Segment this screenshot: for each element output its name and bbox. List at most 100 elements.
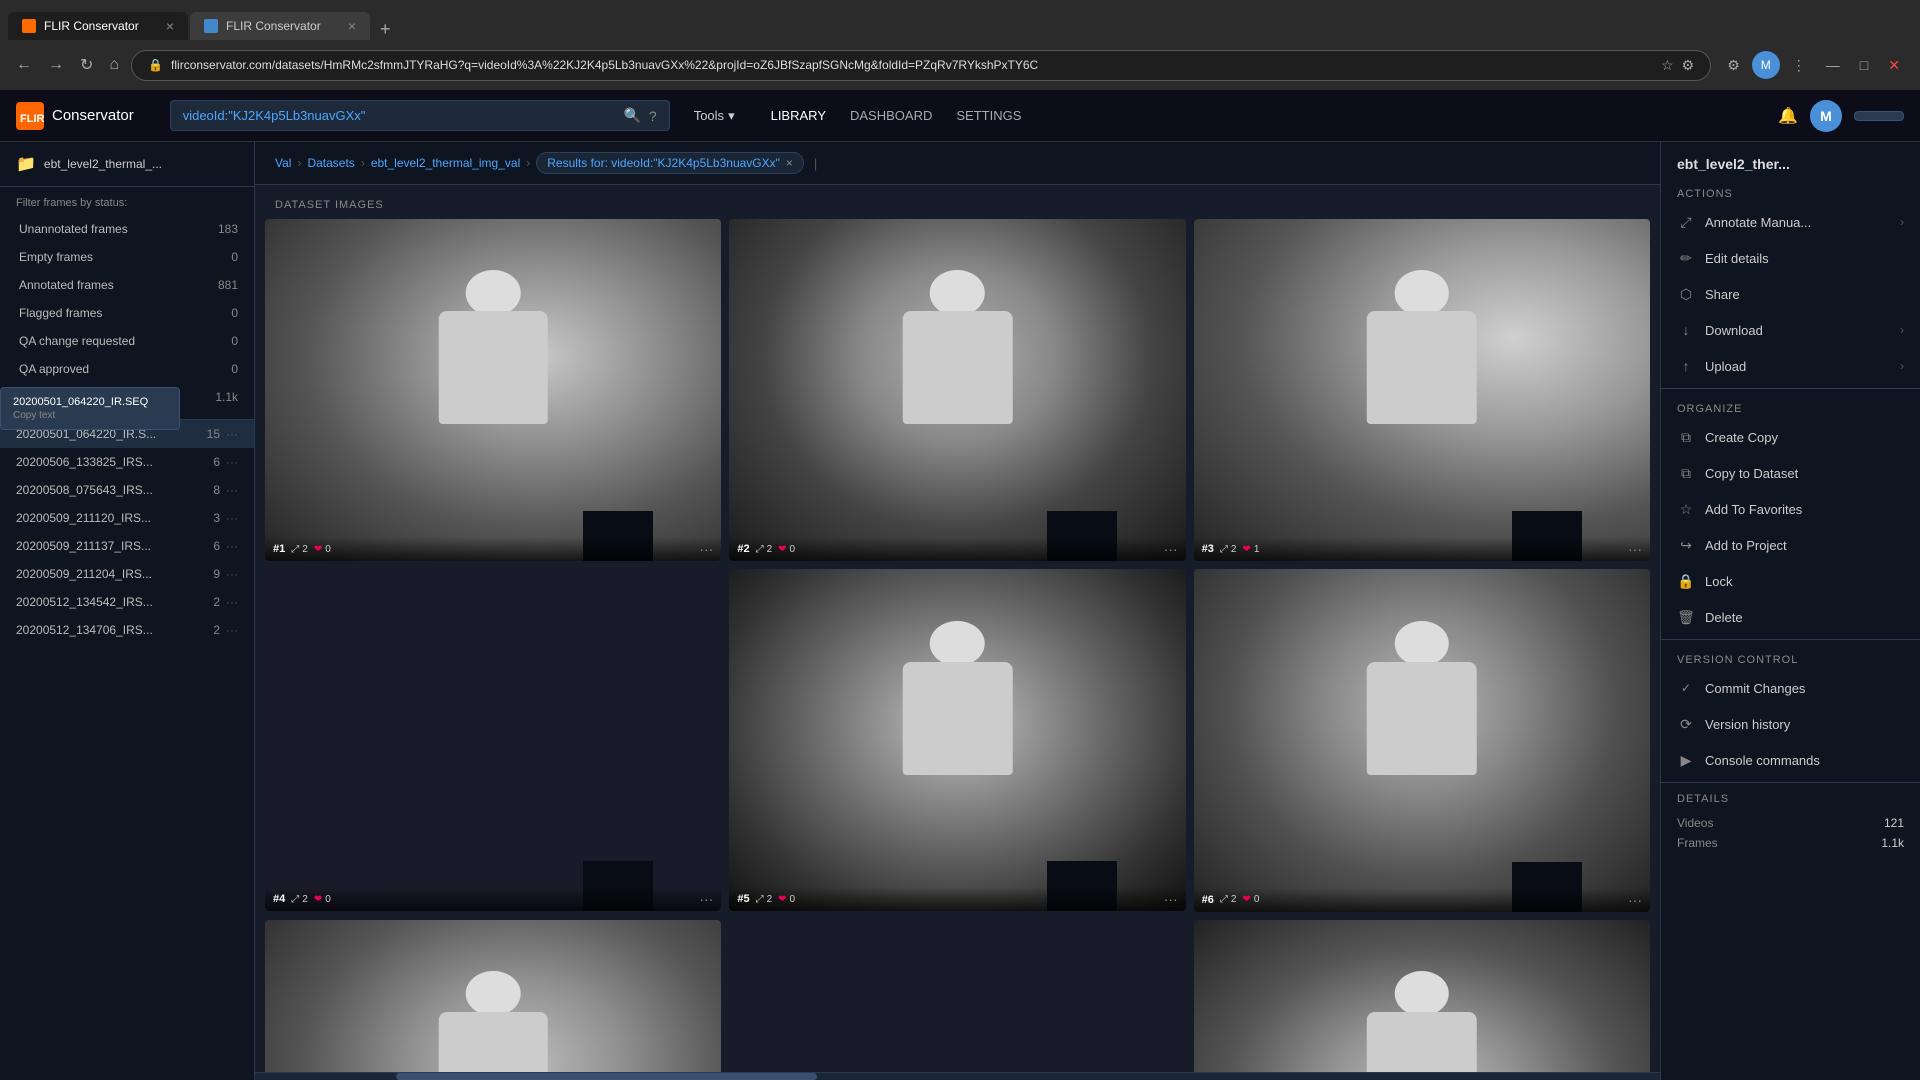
- person-silhouette-4: [866, 621, 1049, 826]
- panel-commit[interactable]: ✓ Commit Changes: [1661, 670, 1920, 706]
- filter-qa-approved[interactable]: QA approved 0: [0, 355, 254, 383]
- image-grid-scroll[interactable]: #1⤢2❤0···#2⤢2❤0···#3⤢2❤1··· #4⤢2❤0···#5⤢2…: [255, 219, 1660, 1072]
- panel-share[interactable]: ⬡ Share: [1661, 276, 1920, 312]
- image-cell-1[interactable]: #2⤢2❤0···: [729, 219, 1185, 561]
- extensions-button[interactable]: ⚙: [1719, 51, 1748, 79]
- file-item-3[interactable]: 20200509_211120_IRS... 3 ···: [0, 504, 254, 532]
- file-menu-1[interactable]: ···: [226, 455, 238, 469]
- divider-2: [1661, 639, 1920, 640]
- image-more-1[interactable]: ···: [1164, 541, 1178, 557]
- help-icon-button[interactable]: ?: [649, 107, 657, 124]
- breadcrumb-sep-1: ›: [297, 156, 301, 170]
- image-more-4[interactable]: ···: [1164, 891, 1178, 907]
- tab-2[interactable]: FLIR Conservator ×: [190, 12, 370, 40]
- back-button[interactable]: ←: [12, 52, 36, 78]
- file-item-7[interactable]: 20200512_134706_IRS... 2 ···: [0, 616, 254, 644]
- right-panel: ebt_level2_ther... Actions ⤢ Annotate Ma…: [1660, 142, 1920, 1080]
- file-item-5[interactable]: 20200509_211204_IRS... 9 ···: [0, 560, 254, 588]
- image-more-2[interactable]: ···: [1628, 541, 1642, 557]
- file-item-4[interactable]: 20200509_211137_IRS... 6 ···: [0, 532, 254, 560]
- tab-1[interactable]: FLIR Conservator ×: [8, 12, 188, 40]
- nav-settings[interactable]: SETTINGS: [956, 104, 1021, 127]
- breadcrumb-dataset-name[interactable]: ebt_level2_thermal_img_val: [371, 156, 520, 170]
- nav-dashboard[interactable]: DASHBOARD: [850, 104, 932, 127]
- nav-library[interactable]: LIBRARY: [771, 104, 826, 127]
- file-menu-6[interactable]: ···: [226, 595, 238, 609]
- tab-close-1[interactable]: ×: [166, 18, 174, 34]
- panel-lock[interactable]: 🔒 Lock: [1661, 563, 1920, 599]
- avatar[interactable]: M: [1810, 100, 1842, 132]
- tab-close-2[interactable]: ×: [348, 18, 356, 34]
- tools-button[interactable]: Tools ▾: [694, 108, 735, 124]
- panel-add-project[interactable]: ↪ Add to Project: [1661, 527, 1920, 563]
- home-button[interactable]: ⌂: [105, 52, 123, 78]
- refresh-button[interactable]: ↻: [76, 51, 97, 79]
- panel-version-history[interactable]: ⟳ Version history: [1661, 706, 1920, 742]
- image-cell-5[interactable]: #6⤢2❤0···: [1194, 569, 1650, 911]
- minimize-button[interactable]: —: [1818, 51, 1848, 79]
- tab-favicon-1: [22, 19, 36, 33]
- panel-create-copy[interactable]: ⧉ Create Copy: [1661, 419, 1920, 455]
- forward-button[interactable]: →: [44, 52, 68, 78]
- profile-button[interactable]: M: [1752, 51, 1780, 79]
- panel-console-commands[interactable]: ▶ Console commands: [1661, 742, 1920, 778]
- close-button[interactable]: ✕: [1880, 51, 1908, 79]
- file-menu-7[interactable]: ···: [226, 623, 238, 637]
- panel-upload[interactable]: ↑ Upload ›: [1661, 348, 1920, 384]
- file-menu-0[interactable]: ···: [226, 427, 238, 441]
- panel-annotate[interactable]: ⤢ Annotate Manua... ›: [1661, 204, 1920, 240]
- filter-flagged[interactable]: Flagged frames 0: [0, 299, 254, 327]
- maximize-button[interactable]: □: [1852, 51, 1876, 79]
- image-cell-4[interactable]: #5⤢2❤0···: [729, 569, 1185, 911]
- panel-delete[interactable]: 🗑 Delete: [1661, 599, 1920, 635]
- search-icon-button[interactable]: 🔍: [623, 107, 640, 124]
- notification-button[interactable]: 🔔: [1778, 106, 1798, 126]
- panel-edit-details[interactable]: ✏ Edit details: [1661, 240, 1920, 276]
- breadcrumb-search-input[interactable]: [827, 156, 982, 170]
- file-item-0[interactable]: 20200501_064220_IR.S... 15 ··· 20200501_…: [0, 420, 254, 448]
- address-bar: ← → ↻ ⌂ 🔒 flirconservator.com/datasets/H…: [0, 40, 1920, 90]
- image-cell-0[interactable]: #1⤢2❤0···: [265, 219, 721, 561]
- panel-copy-to-dataset[interactable]: ⧉ Copy to Dataset: [1661, 455, 1920, 491]
- star-button[interactable]: ☆: [1661, 57, 1674, 74]
- image-more-5[interactable]: ···: [1628, 892, 1642, 908]
- annotate-arrow-icon: ›: [1900, 215, 1904, 229]
- breadcrumb-val[interactable]: Val: [275, 156, 291, 170]
- image-more-3[interactable]: ···: [699, 891, 713, 907]
- tooltip-sub: Copy text: [13, 410, 167, 421]
- filter-annotated[interactable]: Annotated frames 881: [0, 271, 254, 299]
- breadcrumb-filter: Results for: videoId:"KJ2K4p5Lb3nuavGXx"…: [536, 152, 804, 174]
- panel-add-favorites[interactable]: ☆ Add To Favorites: [1661, 491, 1920, 527]
- search-icons: 🔍 ?: [623, 107, 656, 124]
- filter-qa-change[interactable]: QA change requested 0: [0, 327, 254, 355]
- file-menu-5[interactable]: ···: [226, 567, 238, 581]
- new-tab-button[interactable]: +: [372, 19, 399, 40]
- image-cell-3[interactable]: #4⤢2❤0···: [265, 569, 721, 911]
- file-menu-4[interactable]: ···: [226, 539, 238, 553]
- reader-button[interactable]: ⚙: [1682, 57, 1695, 74]
- file-menu-3[interactable]: ···: [226, 511, 238, 525]
- file-item-2[interactable]: 20200508_075643_IRS... 8 ···: [0, 476, 254, 504]
- file-menu-2[interactable]: ···: [226, 483, 238, 497]
- image-cell-2[interactable]: #3⤢2❤1···: [1194, 219, 1650, 561]
- url-bar[interactable]: 🔒 flirconservator.com/datasets/HmRMc2sfm…: [131, 50, 1711, 81]
- image-cell-6[interactable]: #7⤢2❤1···: [265, 920, 721, 1073]
- file-item-6[interactable]: 20200512_134542_IRS... 2 ···: [0, 588, 254, 616]
- filter-empty[interactable]: Empty frames 0: [0, 243, 254, 271]
- filter-unannotated[interactable]: Unannotated frames 183: [0, 215, 254, 243]
- image-placeholder-2: [1194, 219, 1650, 561]
- panel-download[interactable]: ↓ Download ›: [1661, 312, 1920, 348]
- menu-button[interactable]: ⋮: [1784, 51, 1814, 79]
- horizontal-scrollbar[interactable]: [255, 1072, 1660, 1080]
- image-more-0[interactable]: ···: [699, 541, 713, 557]
- sidebar-header: 📁 ebt_level2_thermal_...: [0, 142, 254, 187]
- image-cell-8[interactable]: #9⤢2❤0···: [1194, 920, 1650, 1073]
- breadcrumb-datasets[interactable]: Datasets: [307, 156, 354, 170]
- user-name-button[interactable]: [1854, 111, 1904, 121]
- file-item-1[interactable]: 20200506_133825_IRS... 6 ···: [0, 448, 254, 476]
- search-bar[interactable]: videoId:"KJ2K4p5Lb3nuavGXx" 🔍 ?: [170, 100, 670, 131]
- breadcrumb-filter-close[interactable]: ×: [786, 156, 793, 170]
- expand-badge-5: ⤢2: [1220, 894, 1237, 905]
- image-cell-7[interactable]: #8⤢2❤0···: [729, 920, 1185, 1073]
- detail-frames: Frames 1.1k: [1677, 833, 1904, 853]
